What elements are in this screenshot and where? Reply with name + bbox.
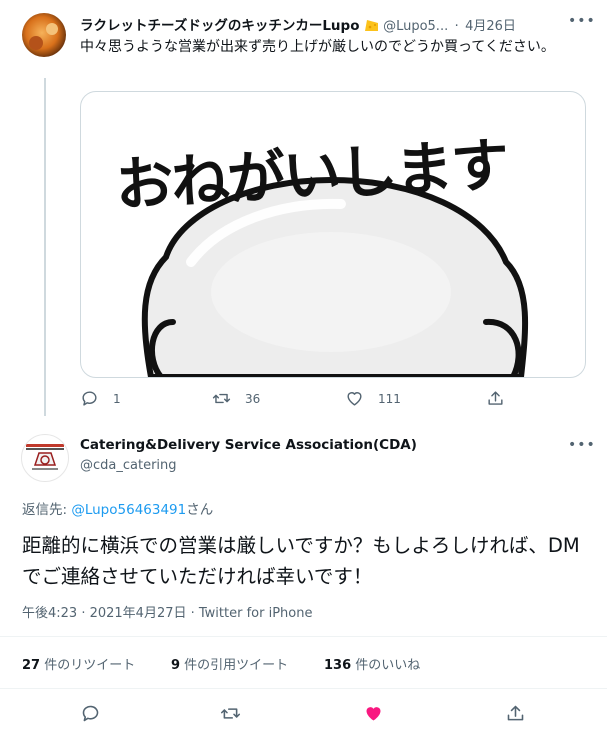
cda-avatar[interactable] bbox=[21, 434, 69, 482]
likes-stat-count: 136 bbox=[324, 658, 352, 673]
likes-stat-label: 件のいいね bbox=[351, 658, 421, 673]
like-action[interactable] bbox=[363, 703, 384, 724]
quotes-stat-label: 件の引用ツイート bbox=[180, 658, 289, 673]
retweet-action[interactable] bbox=[220, 703, 241, 724]
reply-to-handle[interactable]: @Lupo56463491 bbox=[71, 502, 186, 518]
quotes-stat-count: 9 bbox=[171, 658, 181, 673]
like-count: 111 bbox=[378, 391, 401, 406]
reply-to-prefix: 返信先: bbox=[22, 502, 72, 518]
tweet1-header: ラクレットチーズドッグのキッチンカーLupo @Lupo5... · 4月26日 bbox=[80, 14, 550, 36]
tweet2-text: 距離的に横浜での営業は厳しいですか？もしよろしければ、DMでご連絡させていただけ… bbox=[22, 534, 580, 588]
divider bbox=[0, 636, 607, 637]
retweet-action[interactable]: 36 bbox=[212, 389, 260, 408]
like-action[interactable]: 111 bbox=[345, 389, 401, 408]
share-icon bbox=[507, 705, 524, 721]
thread-line bbox=[44, 78, 46, 416]
reply-icon bbox=[82, 391, 97, 406]
divider bbox=[0, 688, 607, 689]
lupo-avatar[interactable] bbox=[22, 13, 66, 57]
retweets-stat-label: 件のリツイート bbox=[40, 658, 136, 673]
reply-to-suffix: さん bbox=[186, 502, 214, 518]
lupo-handle[interactable]: @Lupo5... bbox=[383, 19, 448, 34]
share-action[interactable] bbox=[505, 703, 526, 724]
retweet-count: 36 bbox=[245, 391, 261, 406]
quotes-stat[interactable]: 9 件の引用ツイート bbox=[171, 654, 288, 673]
reply-count: 1 bbox=[113, 391, 121, 406]
tweet2-source[interactable]: Twitter for iPhone bbox=[199, 606, 313, 621]
heart-filled-icon bbox=[366, 707, 381, 721]
likes-stat[interactable]: 136 件のいいね bbox=[324, 654, 420, 673]
reply-action[interactable] bbox=[80, 703, 101, 724]
reply-to-line: 返信先: @Lupo56463491さん bbox=[22, 498, 213, 518]
tweet2-timestamp[interactable]: 午後4:23 · 2021年4月27日 · bbox=[22, 606, 199, 621]
reply-action[interactable]: 1 bbox=[80, 389, 121, 408]
retweet-icon bbox=[212, 393, 231, 404]
more-options-icon[interactable]: ••• bbox=[568, 13, 596, 29]
reply-icon bbox=[82, 705, 99, 722]
more-options-icon[interactable]: ••• bbox=[568, 437, 596, 453]
cda-display-name[interactable]: Catering&Delivery Service Association(CD… bbox=[80, 437, 417, 453]
cheese-emoji-icon bbox=[364, 19, 379, 36]
header-separator: · bbox=[454, 18, 459, 34]
retweet-icon bbox=[220, 708, 241, 719]
retweets-stat[interactable]: 27 件のリツイート bbox=[22, 654, 135, 673]
tweet2-timestamp-line: 午後4:23 · 2021年4月27日 · Twitter for iPhone bbox=[22, 602, 312, 621]
tweet1-date[interactable]: 4月26日 bbox=[465, 19, 516, 34]
tweet1-text: 中々思うような営業が出来ず売り上げが厳しいのでどうか買ってください。 bbox=[80, 39, 555, 55]
retweets-stat-count: 27 bbox=[22, 658, 41, 673]
cda-handle[interactable]: @cda_catering bbox=[80, 458, 177, 473]
share-icon bbox=[488, 391, 503, 405]
lupo-display-name[interactable]: ラクレットチーズドッグのキッチンカーLupo bbox=[80, 18, 359, 34]
tweet1-image[interactable]: おねがいします bbox=[80, 91, 586, 378]
share-action[interactable] bbox=[486, 389, 505, 408]
heart-icon bbox=[347, 392, 362, 406]
